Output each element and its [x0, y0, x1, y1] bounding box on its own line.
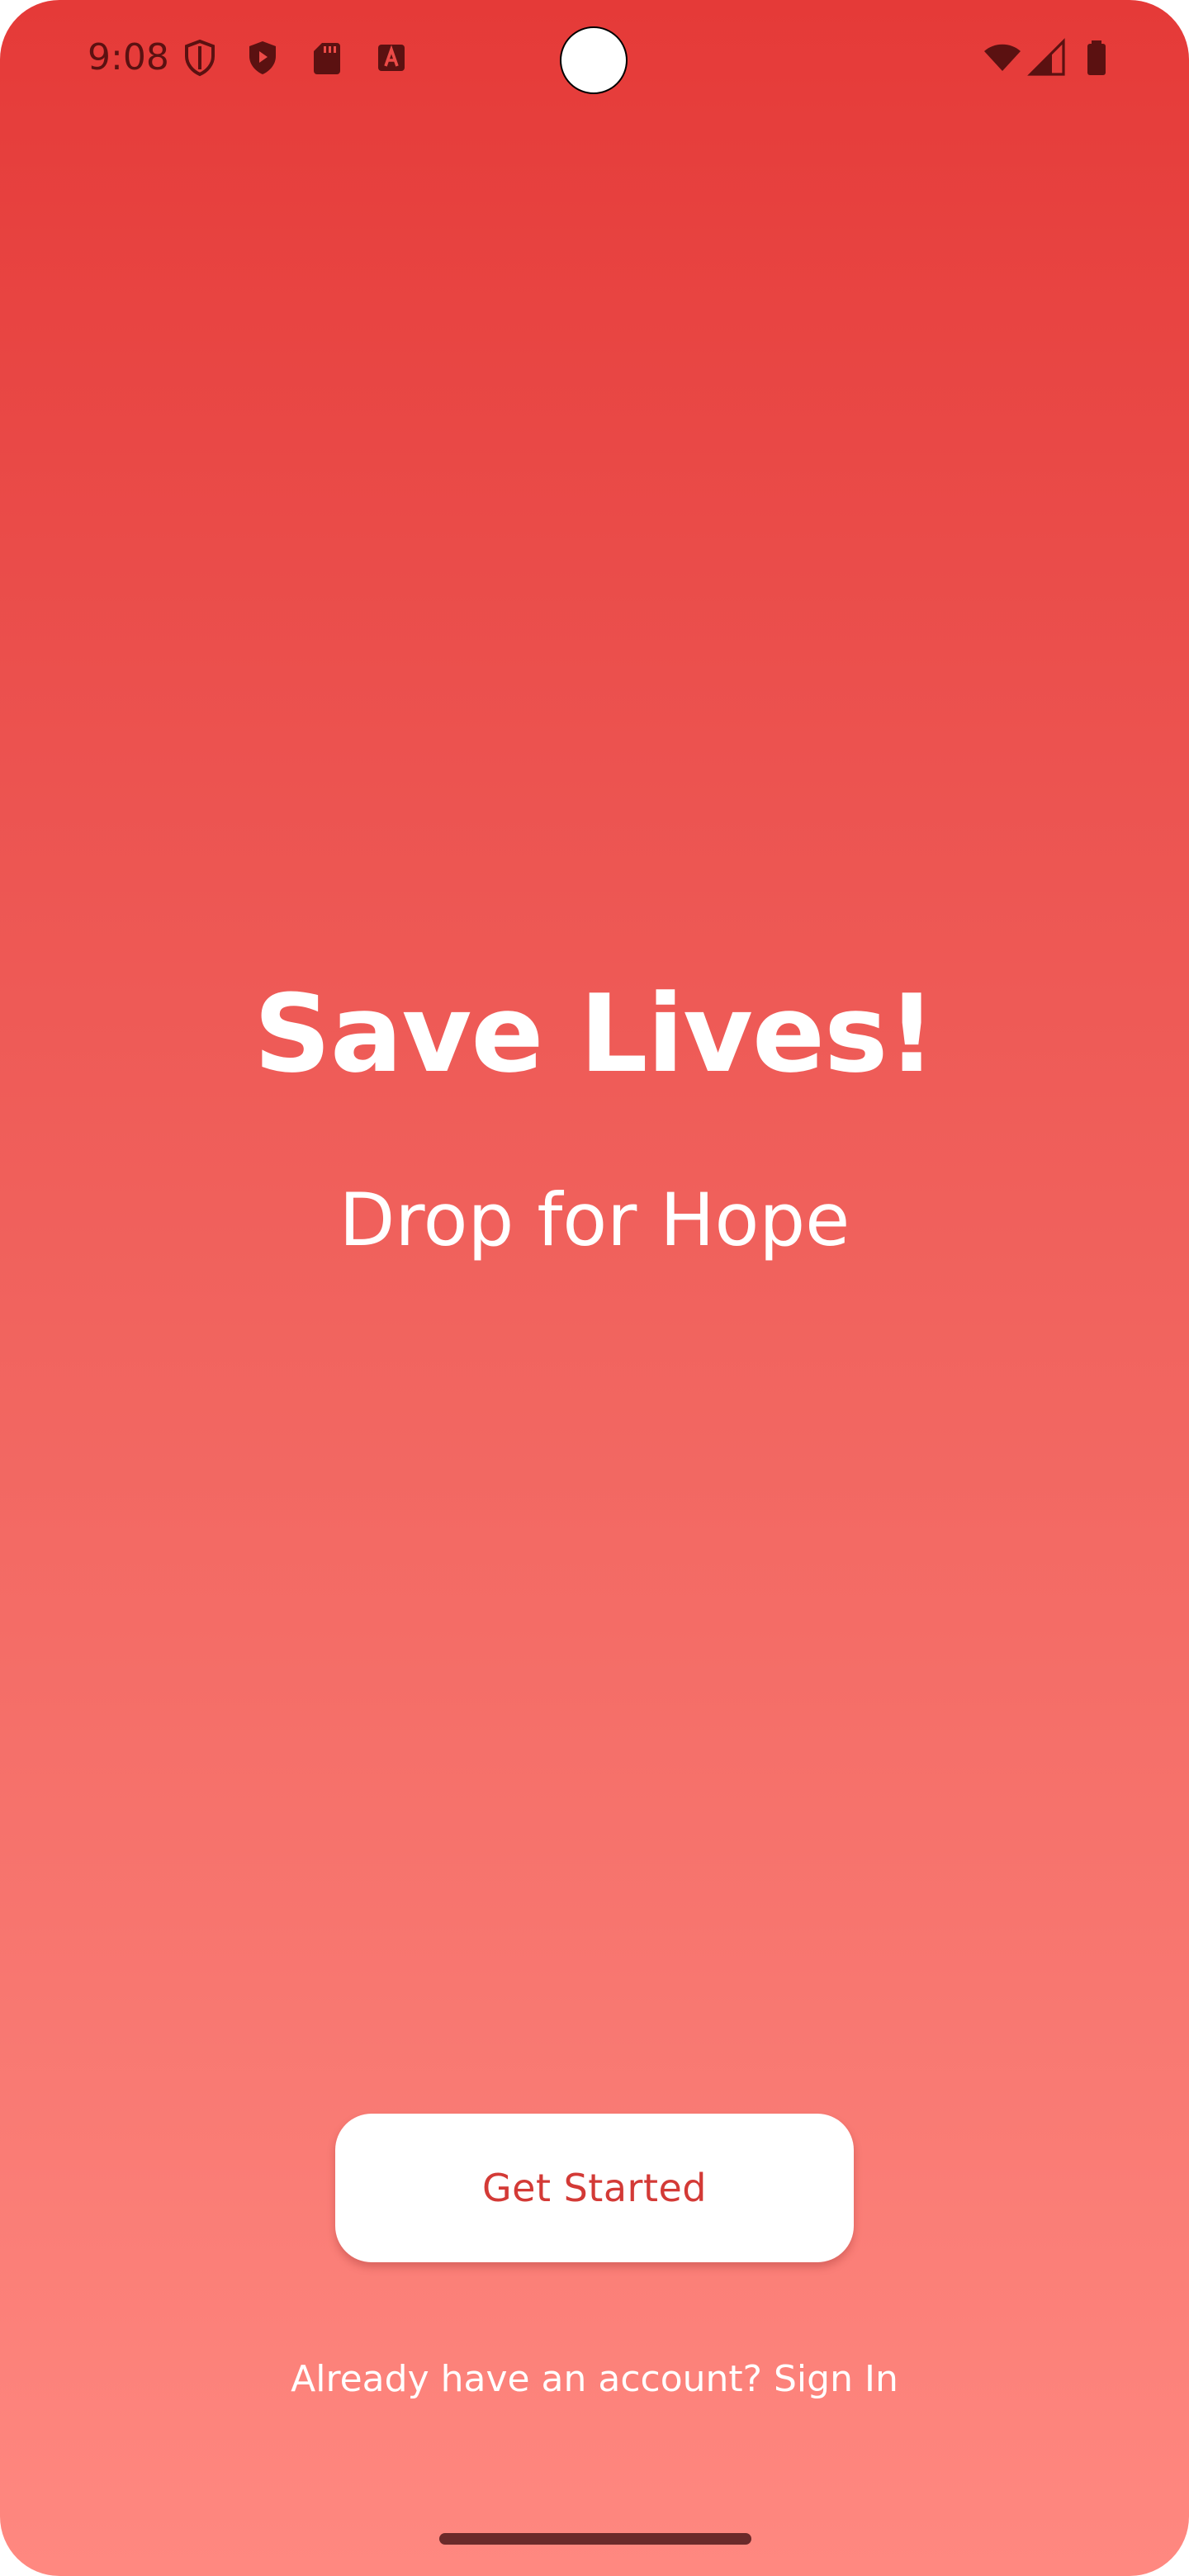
sign-in-link[interactable]: Already have an account? Sign In	[0, 2355, 1189, 2404]
hero-title: Save Lives!	[253, 971, 936, 1096]
play-shield-icon	[243, 38, 282, 78]
font-a-icon	[372, 38, 411, 78]
battery-icon	[1077, 38, 1116, 78]
shield-outline-icon	[180, 38, 220, 78]
status-time: 9:08	[88, 36, 169, 78]
cell-signal-icon	[1027, 38, 1067, 78]
get-started-label: Get Started	[482, 2166, 707, 2210]
status-bar: 9:08	[0, 0, 1189, 124]
get-started-button[interactable]: Get Started	[335, 2114, 854, 2262]
wifi-icon	[979, 38, 1026, 78]
home-indicator[interactable]	[439, 2533, 751, 2545]
camera-cutout	[560, 26, 628, 94]
hero-subtitle: Drop for Hope	[339, 1177, 850, 1262]
sd-card-icon	[307, 38, 347, 78]
splash-screen: 9:08 Save Lives! Drop for Hope Get Start…	[0, 0, 1189, 2576]
